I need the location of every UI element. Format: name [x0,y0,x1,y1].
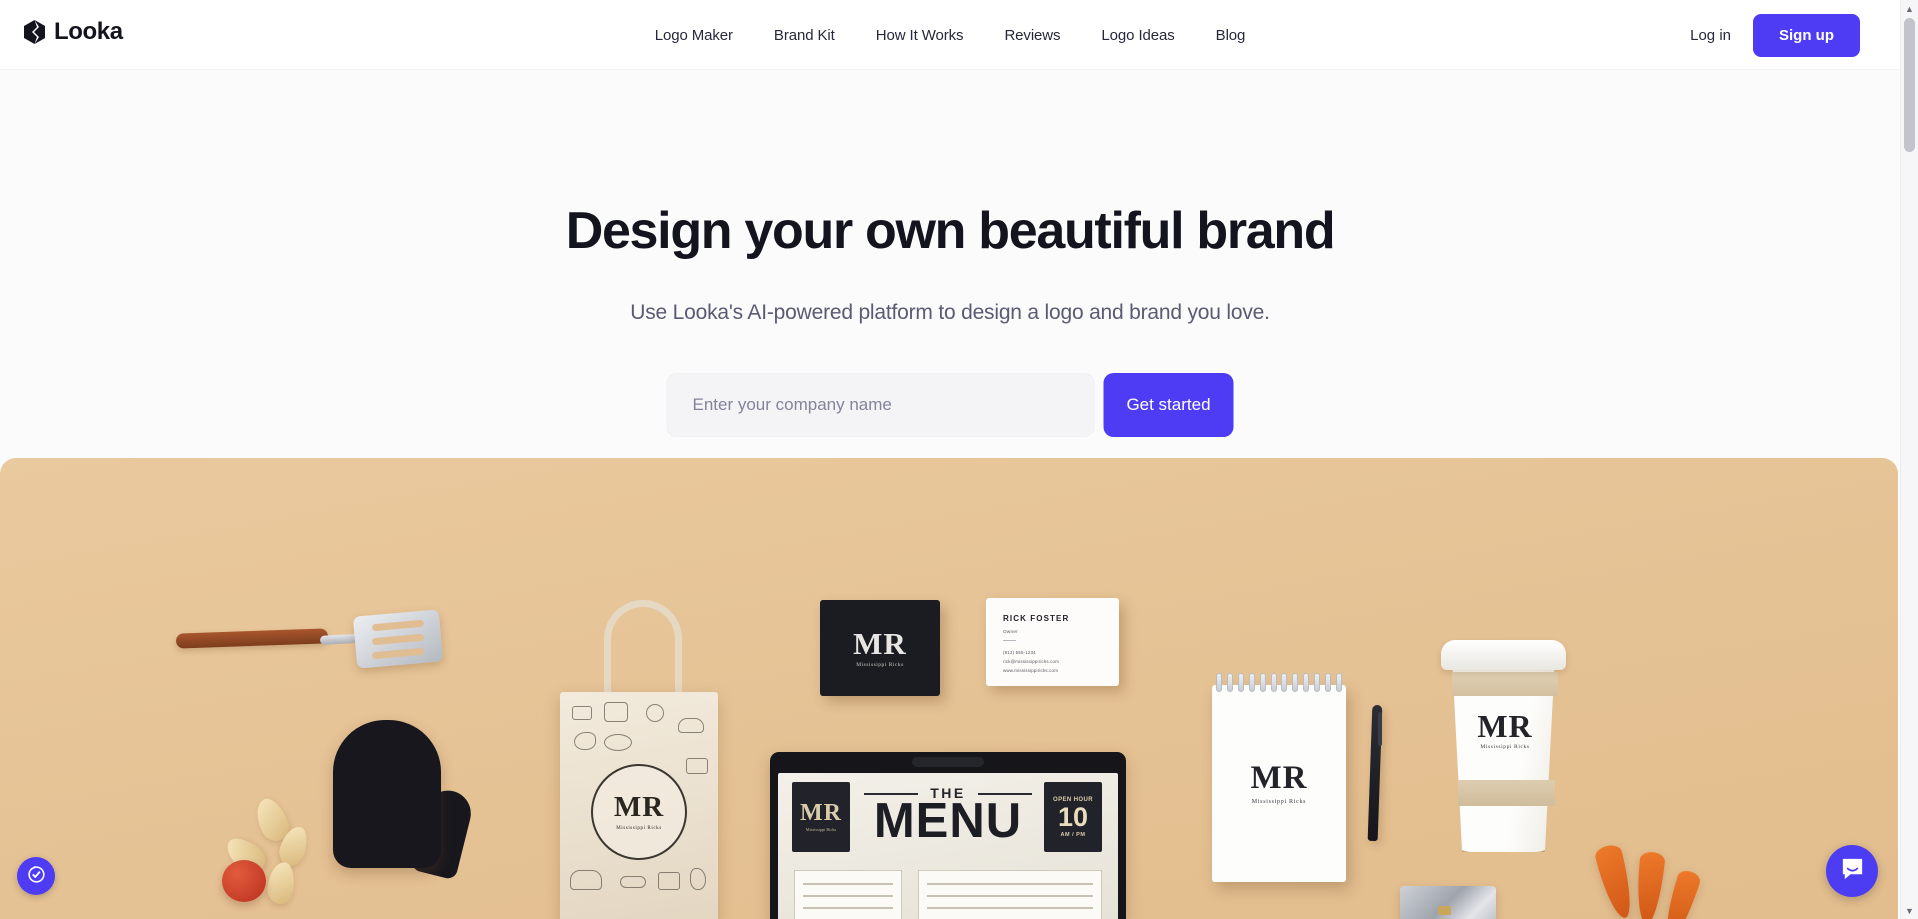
page-scrollbar[interactable]: ▲ ▼ [1900,0,1918,919]
doodle-jar-icon [604,702,628,722]
card-contact-name: RICK FOSTER [1003,614,1070,623]
notepad-spiral-binding-icon [1216,673,1342,693]
card-website: www.mississippiricks.com [1003,668,1059,673]
scrollbar-thumb[interactable] [1904,18,1915,152]
nav-item-logo-ideas[interactable]: Logo Ideas [1101,27,1174,44]
doodle-pepper-icon [690,868,706,890]
looka-logo[interactable]: Looka [24,20,123,44]
oven-mitt-icon [333,720,441,868]
nav-item-blog[interactable]: Blog [1216,27,1246,44]
brand-monogram: MR [1477,708,1533,744]
tablet-menu-mockup: MR Mississippi Ricks THE MENU OPEN HOUR … [770,752,1126,919]
scrollbar-down-arrow-icon[interactable]: ▼ [1901,902,1918,919]
brand-monogram: MR [1250,760,1308,796]
brand-name: Mississippi Ricks [616,826,662,831]
brand-monogram: MR [853,625,907,661]
doodle-plate-icon [646,704,664,722]
foil-label-icon [1438,906,1451,915]
menu-column-right [918,870,1102,919]
accessibility-check-icon [25,863,47,890]
company-name-input[interactable] [666,373,1095,437]
header-actions: Log in Sign up [1690,0,1860,70]
light-business-card-mockup: RICK FOSTER Owner (812) 555-1234 rick@mi… [986,598,1119,686]
card-email: rick@mississippiricks.com [1003,659,1060,664]
main-navigation: Logo Maker Brand Kit How It Works Review… [655,0,1246,70]
signup-button[interactable]: Sign up [1753,13,1860,57]
nav-item-reviews[interactable]: Reviews [1004,27,1060,44]
tote-logo-badge: MR Mississippi Ricks [591,764,687,860]
open-hour-ampm: AM / PM [1060,831,1086,838]
open-hour-value: 10 [1057,801,1089,832]
intercom-chat-bubble-icon [1839,855,1866,887]
tote-bag-mockup: MR Mississippi Ricks [560,692,718,919]
menu-poster: MR Mississippi Ricks THE MENU OPEN HOUR … [778,773,1118,919]
coffee-cup-lid-icon [1441,640,1566,670]
doodle-fries-icon [658,872,680,890]
menu-open-hours-badge: OPEN HOUR 10 AM / PM [1044,782,1102,852]
tote-bag-handle-icon [604,600,682,700]
page-title: Design your own beautiful brand [565,202,1336,260]
coffee-cup-logo: MR Mississippi Ricks [1470,710,1540,751]
accessibility-widget-button[interactable] [17,857,55,895]
doodle-bottle-icon [686,758,708,774]
coffee-cup-sleeve-bottom [1458,780,1555,806]
company-name-form: Get started [666,373,1234,437]
brand-name: Mississippi Ricks [856,661,904,668]
pen-clip-icon [1378,712,1382,746]
chat-widget-button[interactable] [1826,845,1878,897]
doodle-cup-icon [572,706,592,720]
coffee-cup-sleeve-top [1452,672,1558,696]
card-phone: (812) 555-1234 [1003,650,1036,655]
menu-column-left [794,870,902,919]
brand-name: Mississippi Ricks [1251,799,1307,805]
doodle-hotdog-icon [620,876,646,888]
foil-packet-icon [1400,886,1496,919]
nav-item-logo-maker[interactable]: Logo Maker [655,27,733,44]
tomato-icon [222,860,266,902]
nav-item-brand-kit[interactable]: Brand Kit [774,27,835,44]
hero-subtitle: Use Looka's AI-powered platform to desig… [630,301,1270,324]
doodle-burger-icon [678,718,704,733]
logo-text: Looka [54,18,123,45]
get-started-button[interactable]: Get started [1103,373,1234,437]
login-link[interactable]: Log in [1690,27,1731,44]
doodle-fried-egg-icon [604,734,632,751]
site-header: Looka Logo Maker Brand Kit How It Works … [0,0,1900,70]
notepad-mockup: MR Mississippi Ricks [1212,685,1346,882]
brand-name: Mississippi Ricks [1480,744,1530,750]
scrollbar-up-arrow-icon[interactable]: ▲ [1901,0,1918,17]
looka-hexagon-logo-icon [24,20,45,44]
dark-business-card-mockup: MR Mississippi Ricks [820,600,940,696]
brand-monogram: MR [613,791,665,823]
tablet-camera-bar-icon [912,757,984,767]
nav-item-how-it-works[interactable]: How It Works [876,27,964,44]
doodle-burger-icon [570,870,602,890]
page-root: Looka Logo Maker Brand Kit How It Works … [0,0,1918,919]
card-contact-role: Owner [1003,629,1019,634]
doodle-egg-icon [574,732,596,750]
card-divider [1003,640,1016,641]
